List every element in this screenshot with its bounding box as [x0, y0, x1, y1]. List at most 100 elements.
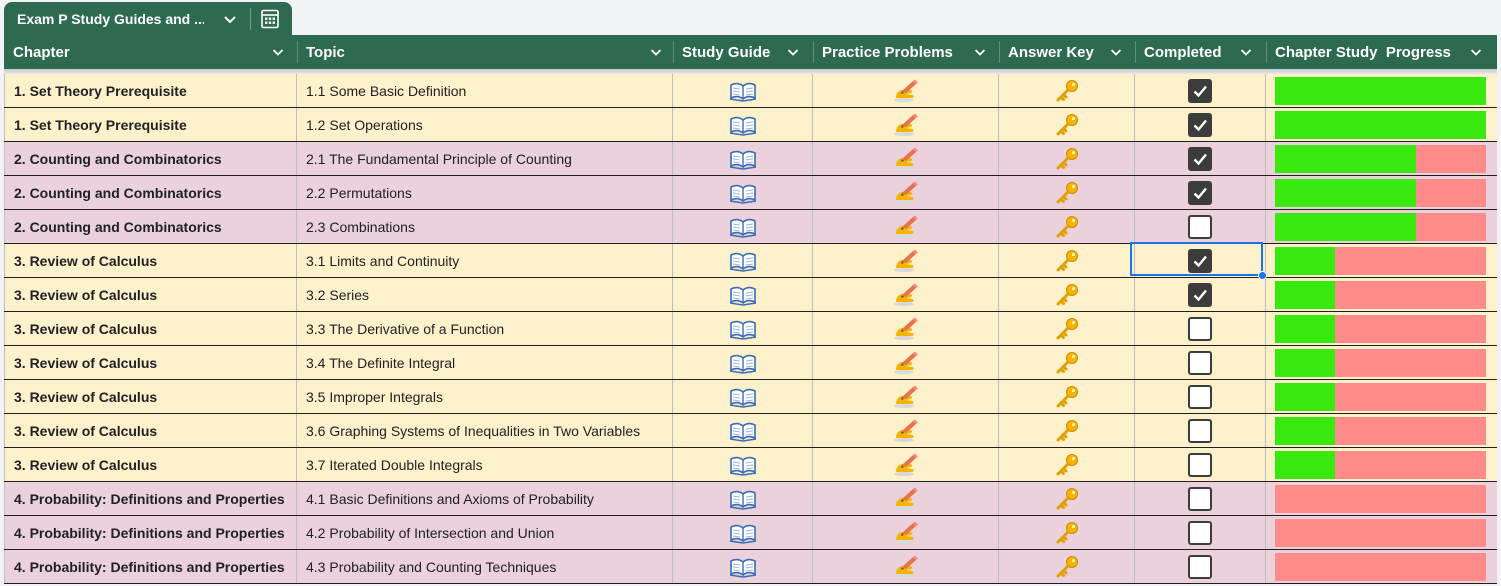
topic-cell[interactable]: 3.5 Improper Integrals	[297, 380, 673, 413]
answer-key-cell[interactable]	[999, 278, 1135, 311]
answer-key-cell[interactable]	[999, 482, 1135, 515]
topic-cell[interactable]: 3.2 Series	[297, 278, 673, 311]
practice-problems-cell[interactable]	[813, 176, 999, 209]
completed-cell[interactable]	[1135, 142, 1266, 175]
study-guide-cell[interactable]	[673, 210, 813, 243]
writing-hand-icon[interactable]	[893, 181, 919, 205]
chevron-down-icon[interactable]	[271, 45, 285, 59]
writing-hand-icon[interactable]	[893, 283, 919, 307]
header-completed[interactable]: Completed	[1135, 35, 1266, 69]
topic-cell[interactable]: 2.1 The Fundamental Principle of Countin…	[297, 142, 673, 175]
completed-checkbox[interactable]	[1188, 520, 1212, 545]
key-icon[interactable]	[1054, 181, 1080, 205]
completed-cell[interactable]	[1135, 380, 1266, 413]
completed-cell[interactable]	[1135, 176, 1266, 209]
practice-problems-cell[interactable]	[813, 210, 999, 243]
answer-key-cell[interactable]	[999, 210, 1135, 243]
writing-hand-icon[interactable]	[893, 385, 919, 409]
writing-hand-icon[interactable]	[893, 79, 919, 103]
key-icon[interactable]	[1054, 79, 1080, 103]
completed-checkbox[interactable]	[1188, 452, 1212, 477]
key-icon[interactable]	[1054, 487, 1080, 511]
selection-fill-handle[interactable]	[1258, 271, 1267, 280]
study-guide-cell[interactable]	[673, 414, 813, 447]
open-book-icon[interactable]	[729, 148, 757, 170]
completed-cell[interactable]	[1135, 516, 1266, 549]
key-icon[interactable]	[1054, 317, 1080, 341]
key-icon[interactable]	[1054, 147, 1080, 171]
topic-cell[interactable]: 3.3 The Derivative of a Function	[297, 312, 673, 345]
progress-cell[interactable]	[1266, 142, 1497, 175]
completed-checkbox[interactable]	[1188, 146, 1212, 171]
completed-cell[interactable]	[1135, 312, 1266, 345]
study-guide-cell[interactable]	[673, 74, 813, 107]
completed-checkbox[interactable]	[1188, 486, 1212, 511]
key-icon[interactable]	[1054, 521, 1080, 545]
open-book-icon[interactable]	[729, 352, 757, 374]
chevron-down-icon[interactable]	[222, 11, 238, 27]
completed-checkbox[interactable]	[1188, 418, 1212, 443]
chevron-down-icon[interactable]	[649, 45, 663, 59]
chapter-cell[interactable]: 3. Review of Calculus	[4, 312, 297, 345]
writing-hand-icon[interactable]	[893, 487, 919, 511]
progress-cell[interactable]	[1266, 380, 1497, 413]
study-guide-cell[interactable]	[673, 482, 813, 515]
completed-cell[interactable]	[1135, 210, 1266, 243]
completed-checkbox[interactable]	[1188, 180, 1212, 205]
completed-checkbox[interactable]	[1188, 282, 1212, 307]
progress-cell[interactable]	[1266, 516, 1497, 549]
practice-problems-cell[interactable]	[813, 244, 999, 277]
practice-problems-cell[interactable]	[813, 550, 999, 583]
study-guide-cell[interactable]	[673, 142, 813, 175]
header-study-guide[interactable]: Study Guide	[673, 35, 813, 69]
header-practice-problems[interactable]: Practice Problems	[813, 35, 999, 69]
open-book-icon[interactable]	[729, 386, 757, 408]
writing-hand-icon[interactable]	[893, 419, 919, 443]
completed-cell[interactable]	[1135, 278, 1266, 311]
chapter-cell[interactable]: 1. Set Theory Prerequisite	[4, 74, 297, 107]
open-book-icon[interactable]	[729, 318, 757, 340]
topic-cell[interactable]: 3.6 Graphing Systems of Inequalities in …	[297, 414, 673, 447]
key-icon[interactable]	[1054, 419, 1080, 443]
topic-cell[interactable]: 3.1 Limits and Continuity	[297, 244, 673, 277]
study-guide-cell[interactable]	[673, 244, 813, 277]
chapter-cell[interactable]: 3. Review of Calculus	[4, 278, 297, 311]
chapter-cell[interactable]: 2. Counting and Combinatorics	[4, 176, 297, 209]
topic-cell[interactable]: 4.2 Probability of Intersection and Unio…	[297, 516, 673, 549]
chapter-cell[interactable]: 1. Set Theory Prerequisite	[4, 108, 297, 141]
practice-problems-cell[interactable]	[813, 108, 999, 141]
completed-checkbox[interactable]	[1188, 248, 1212, 273]
completed-checkbox[interactable]	[1188, 316, 1212, 341]
header-topic[interactable]: Topic	[297, 35, 673, 69]
chapter-cell[interactable]: 3. Review of Calculus	[4, 380, 297, 413]
key-icon[interactable]	[1054, 555, 1080, 579]
progress-cell[interactable]	[1266, 448, 1497, 481]
answer-key-cell[interactable]	[999, 550, 1135, 583]
sheet-tab[interactable]: Exam P Study Guides and ...	[4, 2, 292, 35]
answer-key-cell[interactable]	[999, 142, 1135, 175]
answer-key-cell[interactable]	[999, 74, 1135, 107]
key-icon[interactable]	[1054, 351, 1080, 375]
study-guide-cell[interactable]	[673, 278, 813, 311]
progress-cell[interactable]	[1266, 550, 1497, 583]
completed-cell[interactable]	[1135, 74, 1266, 107]
practice-problems-cell[interactable]	[813, 312, 999, 345]
topic-cell[interactable]: 3.7 Iterated Double Integrals	[297, 448, 673, 481]
writing-hand-icon[interactable]	[893, 351, 919, 375]
practice-problems-cell[interactable]	[813, 516, 999, 549]
study-guide-cell[interactable]	[673, 346, 813, 379]
writing-hand-icon[interactable]	[893, 249, 919, 273]
open-book-icon[interactable]	[729, 80, 757, 102]
writing-hand-icon[interactable]	[893, 453, 919, 477]
open-book-icon[interactable]	[729, 114, 757, 136]
completed-cell[interactable]	[1135, 414, 1266, 447]
completed-checkbox[interactable]	[1188, 554, 1212, 579]
topic-cell[interactable]: 2.2 Permutations	[297, 176, 673, 209]
study-guide-cell[interactable]	[673, 448, 813, 481]
completed-cell[interactable]	[1135, 482, 1266, 515]
chapter-cell[interactable]: 3. Review of Calculus	[4, 448, 297, 481]
writing-hand-icon[interactable]	[893, 113, 919, 137]
study-guide-cell[interactable]	[673, 108, 813, 141]
chapter-cell[interactable]: 3. Review of Calculus	[4, 346, 297, 379]
header-answer-key[interactable]: Answer Key	[999, 35, 1135, 69]
